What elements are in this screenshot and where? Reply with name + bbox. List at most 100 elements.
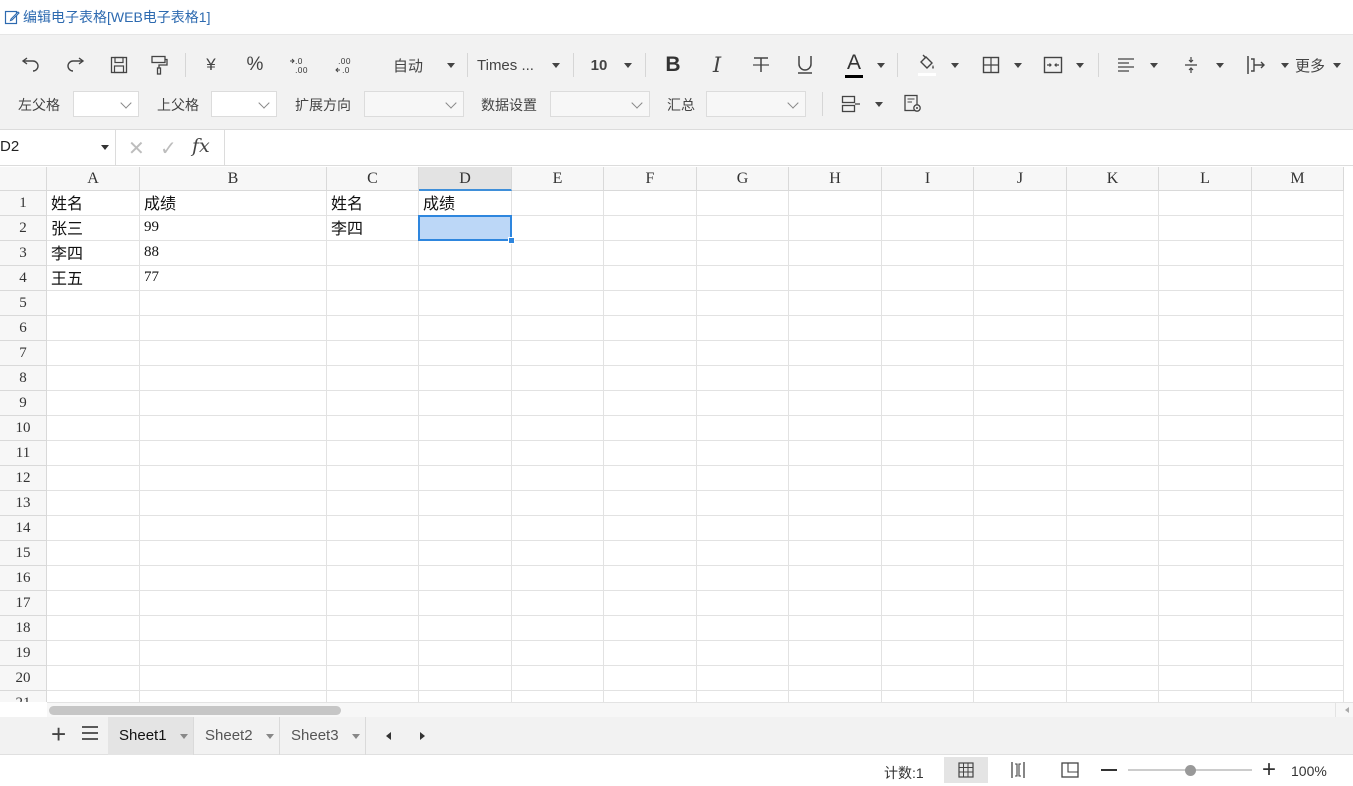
row-header-1[interactable]: 1: [0, 191, 47, 216]
cell-c6[interactable]: [327, 316, 419, 341]
cell-h6[interactable]: [789, 316, 882, 341]
cell-i8[interactable]: [882, 366, 974, 391]
cell-a14[interactable]: [47, 516, 140, 541]
cell-i19[interactable]: [882, 641, 974, 666]
cell-i17[interactable]: [882, 591, 974, 616]
cell-e6[interactable]: [512, 316, 604, 341]
column-header-a[interactable]: A: [47, 167, 140, 191]
spreadsheet-grid[interactable]: A B C D E F G H I J K L M 1 姓名 成绩 姓名 成绩 2 张三 99 李四 3 李四 88 4 王五 77 5…: [0, 167, 1353, 702]
cell-m2[interactable]: [1252, 216, 1344, 241]
row-header-7[interactable]: 7: [0, 341, 47, 366]
cell-j16[interactable]: [974, 566, 1067, 591]
fill-handle[interactable]: [508, 237, 515, 244]
cell-l1[interactable]: [1159, 191, 1252, 216]
cell-l9[interactable]: [1159, 391, 1252, 416]
cell-j5[interactable]: [974, 291, 1067, 316]
cell-f10[interactable]: [604, 416, 697, 441]
cell-e9[interactable]: [512, 391, 604, 416]
cell-a19[interactable]: [47, 641, 140, 666]
cell-j13[interactable]: [974, 491, 1067, 516]
cell-g1[interactable]: [697, 191, 789, 216]
cell-f7[interactable]: [604, 341, 697, 366]
cell-d11[interactable]: [419, 441, 512, 466]
cell-b10[interactable]: [140, 416, 327, 441]
cell-a16[interactable]: [47, 566, 140, 591]
cell-h12[interactable]: [789, 466, 882, 491]
cell-h14[interactable]: [789, 516, 882, 541]
column-header-l[interactable]: L: [1159, 167, 1252, 191]
sheet-tab-3[interactable]: Sheet3: [280, 717, 366, 755]
cell-k7[interactable]: [1067, 341, 1159, 366]
cell-f17[interactable]: [604, 591, 697, 616]
cell-l13[interactable]: [1159, 491, 1252, 516]
more-button[interactable]: 更多: [1293, 53, 1327, 77]
confirm-formula-button[interactable]: ✓: [160, 136, 177, 161]
cell-a6[interactable]: [47, 316, 140, 341]
previous-sheet-button[interactable]: [386, 732, 391, 740]
cell-d1[interactable]: 成绩: [419, 191, 512, 216]
chevron-down-icon[interactable]: [180, 734, 188, 739]
cell-m19[interactable]: [1252, 641, 1344, 666]
cell-h17[interactable]: [789, 591, 882, 616]
cell-i20[interactable]: [882, 666, 974, 691]
underline-button[interactable]: [792, 53, 818, 77]
cell-d20[interactable]: [419, 666, 512, 691]
cell-l21[interactable]: [1159, 691, 1252, 702]
cell-c17[interactable]: [327, 591, 419, 616]
cell-d18[interactable]: [419, 616, 512, 641]
cell-c18[interactable]: [327, 616, 419, 641]
row-header-3[interactable]: 3: [0, 241, 47, 266]
cell-d5[interactable]: [419, 291, 512, 316]
row-header-19[interactable]: 19: [0, 641, 47, 666]
cell-c3[interactable]: [327, 241, 419, 266]
cell-l4[interactable]: [1159, 266, 1252, 291]
cell-g14[interactable]: [697, 516, 789, 541]
cell-f19[interactable]: [604, 641, 697, 666]
cell-k16[interactable]: [1067, 566, 1159, 591]
cell-d13[interactable]: [419, 491, 512, 516]
cell-m4[interactable]: [1252, 266, 1344, 291]
cell-k19[interactable]: [1067, 641, 1159, 666]
cell-k5[interactable]: [1067, 291, 1159, 316]
chevron-down-icon[interactable]: [352, 734, 360, 739]
cell-b14[interactable]: [140, 516, 327, 541]
cell-d17[interactable]: [419, 591, 512, 616]
font-color-dropdown[interactable]: [874, 53, 888, 77]
horizontal-align-dropdown[interactable]: [1147, 53, 1161, 77]
cell-k1[interactable]: [1067, 191, 1159, 216]
cell-i9[interactable]: [882, 391, 974, 416]
selected-cell-highlight[interactable]: [418, 215, 512, 241]
cell-i5[interactable]: [882, 291, 974, 316]
cell-g15[interactable]: [697, 541, 789, 566]
cell-m14[interactable]: [1252, 516, 1344, 541]
cell-h10[interactable]: [789, 416, 882, 441]
cell-g9[interactable]: [697, 391, 789, 416]
cell-d12[interactable]: [419, 466, 512, 491]
row-header-20[interactable]: 20: [0, 666, 47, 691]
cell-a21[interactable]: [47, 691, 140, 702]
cell-l12[interactable]: [1159, 466, 1252, 491]
cell-f14[interactable]: [604, 516, 697, 541]
row-header-8[interactable]: 8: [0, 366, 47, 391]
row-header-17[interactable]: 17: [0, 591, 47, 616]
cell-l17[interactable]: [1159, 591, 1252, 616]
cell-i18[interactable]: [882, 616, 974, 641]
select-all-corner[interactable]: [0, 167, 47, 191]
row-header-15[interactable]: 15: [0, 541, 47, 566]
redo-button[interactable]: [62, 53, 88, 77]
cell-settings-button[interactable]: [900, 92, 926, 116]
cell-g5[interactable]: [697, 291, 789, 316]
cell-b11[interactable]: [140, 441, 327, 466]
cell-f15[interactable]: [604, 541, 697, 566]
cell-name-box[interactable]: D2: [0, 130, 116, 166]
font-size-select[interactable]: 10: [585, 53, 613, 77]
row-header-21[interactable]: 21: [0, 691, 47, 702]
column-header-i[interactable]: I: [882, 167, 974, 191]
cell-e12[interactable]: [512, 466, 604, 491]
font-family-dropdown[interactable]: [549, 53, 563, 77]
cell-c14[interactable]: [327, 516, 419, 541]
cell-i21[interactable]: [882, 691, 974, 702]
cell-a1[interactable]: 姓名: [47, 191, 140, 216]
cell-e10[interactable]: [512, 416, 604, 441]
strikethrough-button[interactable]: [748, 53, 774, 77]
